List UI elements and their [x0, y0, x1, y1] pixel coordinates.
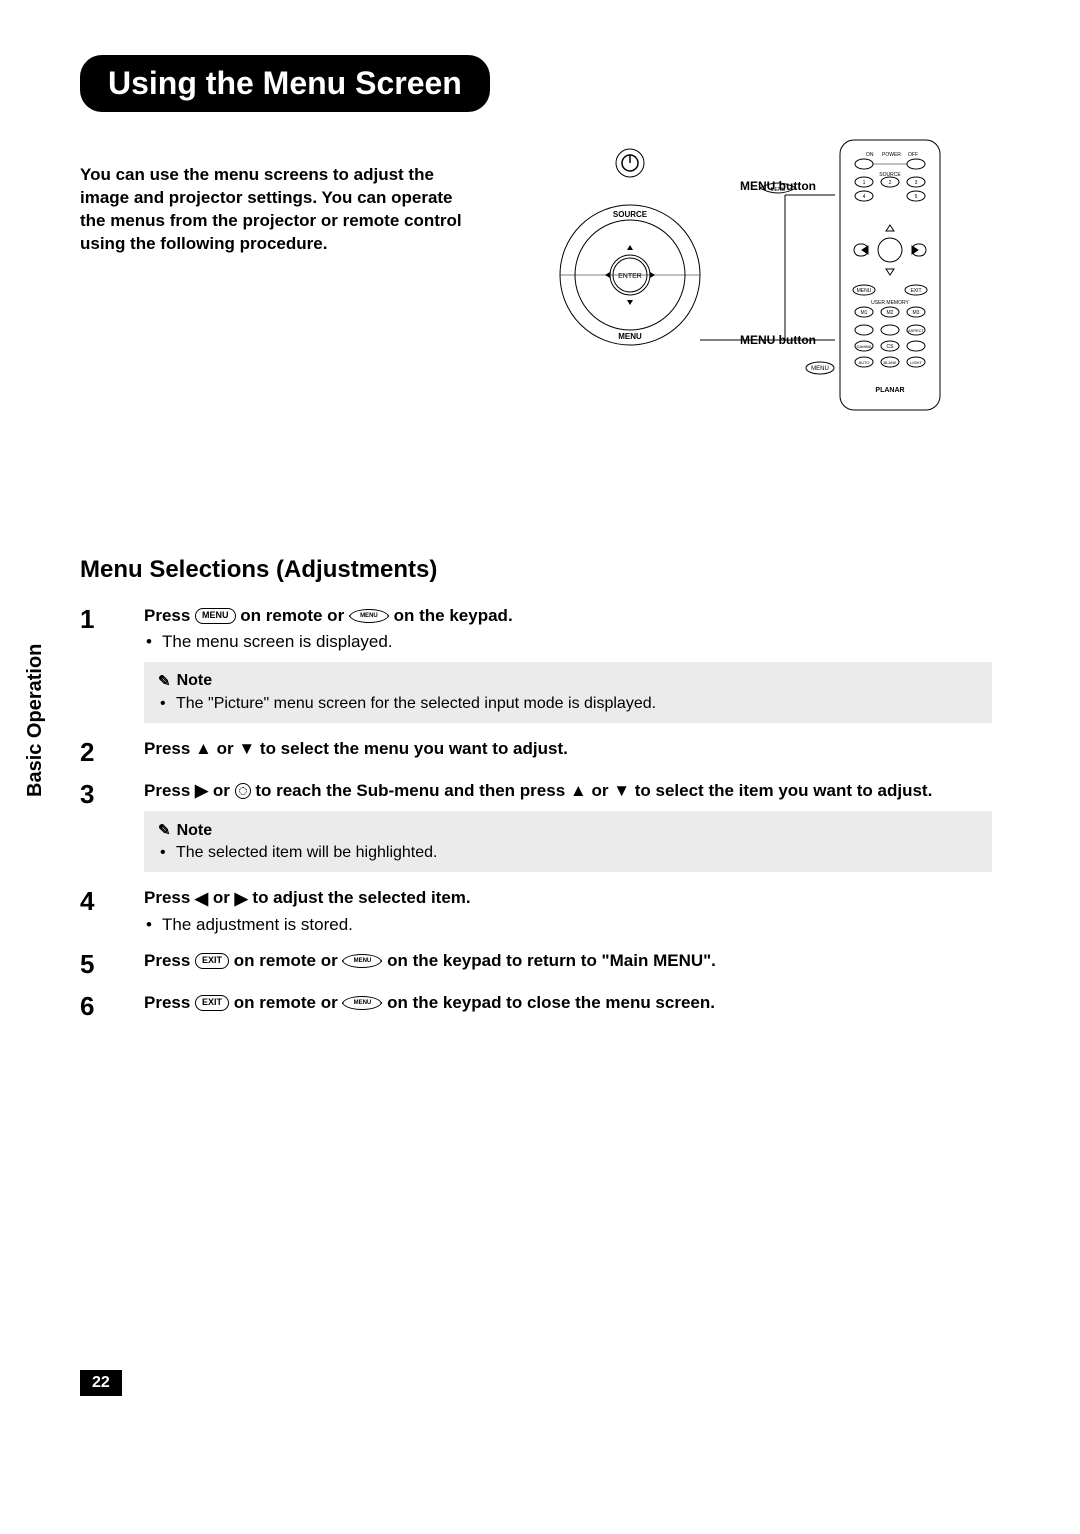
- step-number: 6: [80, 993, 120, 1019]
- step-number: 5: [80, 951, 120, 977]
- step-bullet: The menu screen is displayed.: [144, 632, 1000, 652]
- step-instruction: Press or to adjust the selected item.: [144, 888, 1000, 909]
- keypad-source-label: SOURCE: [613, 210, 648, 219]
- note-box: Note The "Picture" menu screen for the s…: [144, 662, 992, 723]
- step-instruction: Press MENU on remote or MENU on the keyp…: [144, 606, 1000, 626]
- step-number: 3: [80, 781, 120, 873]
- svg-text:ASPECT: ASPECT: [908, 328, 925, 333]
- step-instruction: Press or to reach the Sub-menu and then …: [144, 781, 1000, 802]
- svg-text:USER MEMORY: USER MEMORY: [871, 300, 909, 306]
- svg-text:POWER: POWER: [882, 152, 901, 158]
- step-5: 5 Press EXIT on remote or MENU on the ke…: [80, 951, 1000, 977]
- enter-button-icon: [235, 783, 251, 799]
- svg-text:BLANK: BLANK: [883, 360, 896, 365]
- note-box: Note The selected item will be highlight…: [144, 811, 992, 872]
- keypad-menu-icon: MENU: [342, 954, 382, 968]
- svg-text:GAMMA: GAMMA: [856, 344, 871, 349]
- page-number: 22: [80, 1370, 122, 1396]
- step-bullet: The adjustment is stored.: [144, 915, 1000, 935]
- note-label: Note: [177, 822, 213, 840]
- diagram-label-menu-button: MENU button: [740, 333, 816, 347]
- svg-text:LIGHT: LIGHT: [910, 360, 922, 365]
- svg-text:3: 3: [915, 180, 918, 186]
- keypad-enter-label: ENTER: [618, 273, 642, 280]
- step-instruction: Press or to select the menu you want to …: [144, 739, 1000, 760]
- step-number: 2: [80, 739, 120, 765]
- sidebar-chapter-tab: Basic Operation: [24, 570, 50, 870]
- step-instruction: Press EXIT on remote or MENU on the keyp…: [144, 951, 1000, 971]
- svg-text:MENU: MENU: [857, 288, 872, 294]
- up-arrow-icon: [195, 739, 212, 759]
- menu-button-icon: MENU: [195, 608, 236, 624]
- remote-menu-callout: MENU: [811, 366, 829, 372]
- step-number: 1: [80, 606, 120, 723]
- step-2: 2 Press or to select the menu you want t…: [80, 739, 1000, 765]
- svg-text:OFF: OFF: [908, 152, 918, 158]
- svg-text:PLANAR: PLANAR: [875, 387, 904, 394]
- right-arrow-icon: [235, 889, 248, 909]
- left-arrow-icon: [195, 889, 208, 909]
- step-1: 1 Press MENU on remote or MENU on the ke…: [80, 606, 1000, 723]
- section-heading: Menu Selections (Adjustments): [80, 556, 1000, 584]
- right-arrow-icon: [195, 781, 208, 801]
- svg-text:4: 4: [863, 194, 866, 200]
- step-3: 3 Press or to reach the Sub-menu and the…: [80, 781, 1000, 873]
- note-label: Note: [177, 672, 213, 690]
- keypad-menu-icon: MENU: [342, 996, 382, 1010]
- keypad-menu-icon: MENU: [349, 609, 389, 623]
- note-text: The selected item will be highlighted.: [158, 844, 978, 862]
- svg-text:ON: ON: [866, 152, 874, 158]
- svg-text:M3: M3: [913, 310, 920, 316]
- svg-text:CS: CS: [887, 344, 895, 350]
- exit-button-icon: EXIT: [195, 953, 229, 969]
- down-arrow-icon: [613, 781, 630, 801]
- step-4: 4 Press or to adjust the selected item. …: [80, 888, 1000, 935]
- hardware-diagram: ENTER SOURCE MENU MENU button MENU butto…: [540, 130, 1000, 420]
- step-number: 4: [80, 888, 120, 935]
- svg-text:5: 5: [915, 194, 918, 200]
- down-arrow-icon: [238, 739, 255, 759]
- svg-text:EXIT: EXIT: [910, 288, 921, 294]
- svg-text:M2: M2: [887, 310, 894, 316]
- svg-text:2: 2: [889, 180, 892, 186]
- note-text: The "Picture" menu screen for the select…: [158, 695, 978, 713]
- exit-button-icon: EXIT: [195, 995, 229, 1011]
- svg-text:MENU: MENU: [771, 187, 786, 193]
- intro-paragraph: You can use the menu screens to adjust t…: [80, 164, 480, 256]
- steps-list: 1 Press MENU on remote or MENU on the ke…: [80, 606, 1000, 1019]
- svg-text:AUTO: AUTO: [858, 360, 869, 365]
- step-6: 6 Press EXIT on remote or MENU on the ke…: [80, 993, 1000, 1019]
- page-title: Using the Menu Screen: [80, 55, 490, 112]
- note-icon: [158, 821, 171, 840]
- note-icon: [158, 672, 171, 691]
- svg-text:M1: M1: [861, 310, 868, 316]
- step-instruction: Press EXIT on remote or MENU on the keyp…: [144, 993, 1000, 1013]
- keypad-menu-label: MENU: [618, 332, 642, 341]
- up-arrow-icon: [570, 781, 587, 801]
- svg-text:1: 1: [863, 180, 866, 186]
